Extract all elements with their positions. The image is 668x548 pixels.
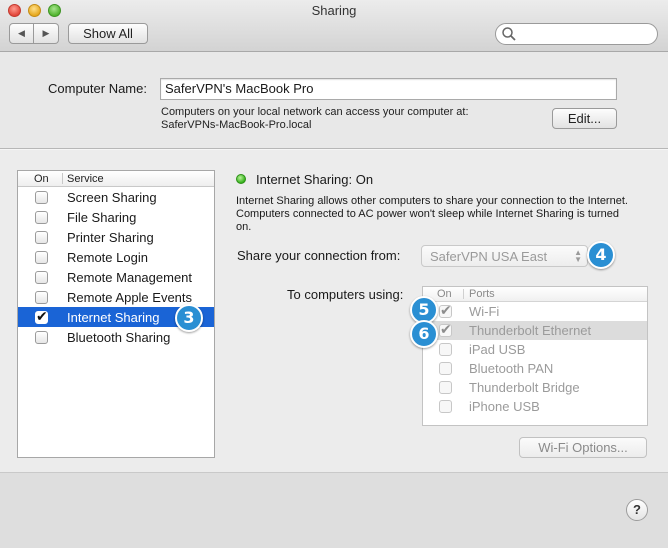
service-label: Remote Login [67, 250, 148, 265]
step-badge-4: 4 [587, 241, 615, 269]
column-separator [463, 289, 464, 299]
column-header-on[interactable]: On [34, 173, 49, 185]
local-hostname: SaferVPNs-MacBook-Pro.local [161, 119, 312, 131]
window-title: Sharing [311, 3, 357, 18]
step-badge-3: 3 [175, 304, 203, 332]
port-checkbox[interactable] [439, 381, 452, 394]
column-header-on[interactable]: On [437, 288, 452, 300]
service-checkbox[interactable] [35, 231, 48, 244]
column-header-service[interactable]: Service [67, 173, 104, 185]
service-checkbox[interactable] [35, 271, 48, 284]
port-checkbox[interactable] [439, 400, 452, 413]
forward-button[interactable]: ▶ [34, 23, 59, 44]
ports-table-header: On Ports [423, 287, 647, 302]
search-field[interactable] [495, 23, 658, 45]
port-checkbox[interactable]: ✔ [439, 321, 452, 337]
port-row-wifi[interactable]: ✔ Wi-Fi [423, 302, 647, 321]
port-label: Wi-Fi [469, 304, 500, 319]
services-list-header: On Service [18, 171, 214, 187]
footer-bar [0, 473, 668, 548]
ports-table: On Ports ✔ Wi-Fi ✔ Thunderbolt Ethernet … [422, 286, 648, 426]
service-checkbox[interactable] [35, 331, 48, 344]
port-label: Bluetooth PAN [469, 361, 554, 376]
to-computers-label: To computers using: [287, 287, 404, 302]
port-row-ipad-usb[interactable]: iPad USB [423, 340, 647, 359]
port-label: Thunderbolt Ethernet [469, 323, 592, 338]
service-label: File Sharing [67, 210, 137, 225]
service-label: Internet Sharing [67, 310, 160, 325]
service-label: Screen Sharing [67, 190, 157, 205]
step-badge-6: 6 [410, 320, 438, 348]
computer-name-label: Computer Name: [48, 81, 147, 96]
service-row-remote-login[interactable]: Remote Login [18, 247, 214, 267]
service-label: Remote Apple Events [67, 290, 193, 305]
computer-name-field[interactable]: SaferVPN's MacBook Pro [160, 78, 617, 100]
popup-arrows-icon: ▲ ▼ [574, 248, 582, 264]
checkmark-icon: ✔ [440, 302, 452, 318]
port-row-thunderbolt-bridge[interactable]: Thunderbolt Bridge [423, 378, 647, 397]
status-indicator-icon [236, 174, 246, 184]
share-from-popup[interactable]: SaferVPN USA East ▲ ▼ [421, 245, 588, 267]
port-row-iphone-usb[interactable]: iPhone USB [423, 397, 647, 416]
service-row-remote-management[interactable]: Remote Management [18, 267, 214, 287]
service-row-screen-sharing[interactable]: Screen Sharing [18, 187, 214, 207]
service-row-printer-sharing[interactable]: Printer Sharing [18, 227, 214, 247]
nav-button-group: ◀ ▶ [9, 23, 60, 44]
column-header-ports[interactable]: Ports [469, 288, 495, 300]
show-all-button[interactable]: Show All [68, 23, 148, 44]
computer-address-description: Computers on your local network can acce… [161, 106, 469, 132]
address-desc-line: Computers on your local network can acce… [161, 106, 469, 118]
service-label: Printer Sharing [67, 230, 154, 245]
checkmark-icon: ✔ [440, 321, 452, 337]
port-label: iPhone USB [469, 399, 540, 414]
wifi-options-button[interactable]: Wi-Fi Options... [519, 437, 647, 458]
service-checkbox[interactable] [35, 291, 48, 304]
port-checkbox[interactable] [439, 362, 452, 375]
back-button[interactable]: ◀ [9, 23, 34, 44]
internet-sharing-description: Internet Sharing allows other computers … [236, 195, 628, 233]
port-checkbox[interactable] [439, 343, 452, 356]
service-checkbox[interactable] [35, 211, 48, 224]
port-label: Thunderbolt Bridge [469, 380, 580, 395]
service-checkbox[interactable]: ✔ [35, 308, 48, 324]
service-checkbox[interactable] [35, 251, 48, 264]
share-from-label: Share your connection from: [237, 248, 401, 263]
internet-sharing-status: Internet Sharing: On [256, 172, 374, 187]
edit-hostname-button[interactable]: Edit... [552, 108, 617, 129]
search-icon [502, 27, 516, 41]
service-checkbox[interactable] [35, 191, 48, 204]
checkmark-icon: ✔ [36, 308, 48, 324]
port-row-thunderbolt-ethernet[interactable]: ✔ Thunderbolt Ethernet [423, 321, 647, 340]
share-from-value: SaferVPN USA East [430, 249, 548, 264]
port-label: iPad USB [469, 342, 526, 357]
column-separator [62, 173, 63, 184]
service-label: Bluetooth Sharing [67, 330, 171, 345]
service-label: Remote Management [67, 270, 193, 285]
port-row-bluetooth-pan[interactable]: Bluetooth PAN [423, 359, 647, 378]
port-checkbox[interactable]: ✔ [439, 302, 452, 318]
service-row-file-sharing[interactable]: File Sharing [18, 207, 214, 227]
help-button[interactable]: ? [626, 499, 648, 521]
